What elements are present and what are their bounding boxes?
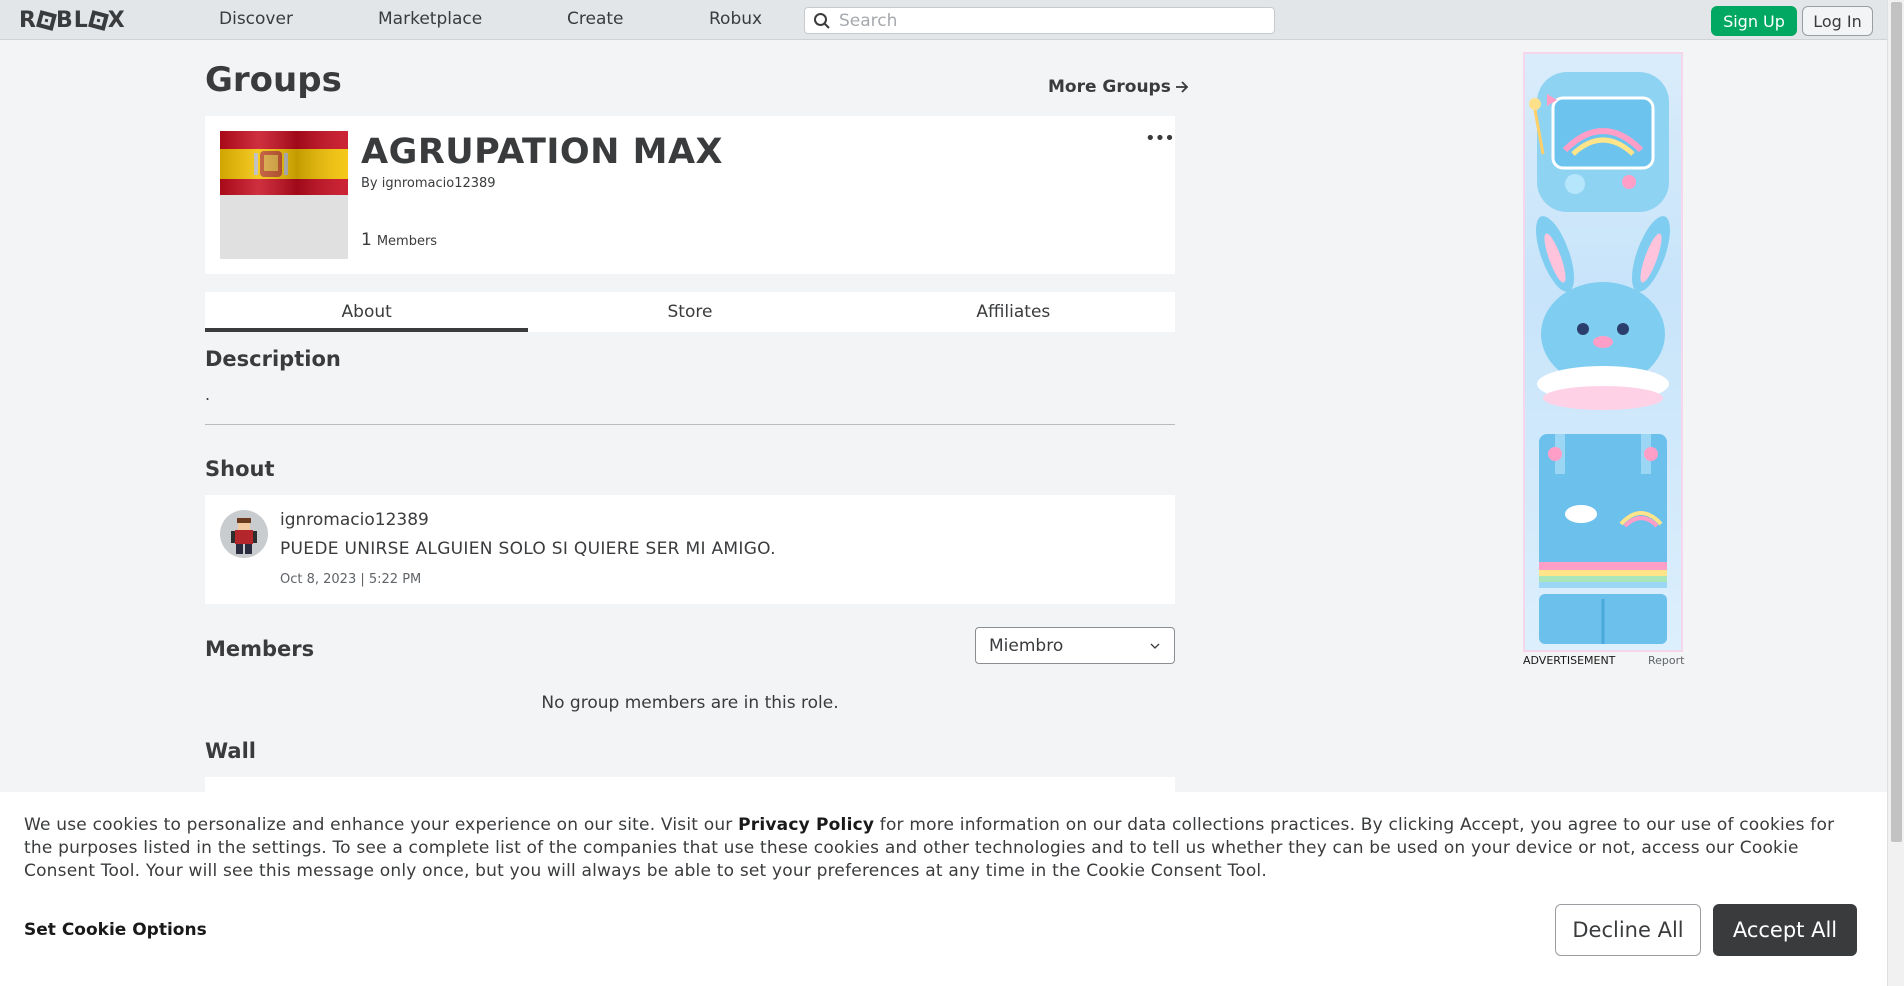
privacy-policy-link[interactable]: Privacy Policy [738,815,874,835]
search-input[interactable] [839,10,1259,31]
group-name: AGRUPATION MAX [361,132,724,172]
avatar-character-image [231,518,257,554]
nav-discover[interactable]: Discover [219,9,293,29]
top-navigation: R BL X Discover Marketplace Create Robux S… [0,0,1887,40]
shout-card: ignromacio12389 PUEDE UNIRSE ALGUIEN SOL… [205,495,1175,604]
logo-o-square-icon [87,9,109,31]
avatar[interactable] [220,510,268,558]
more-groups-label: More Groups [1048,77,1171,97]
scrollbar-thumb[interactable] [1891,2,1902,842]
member-count: 1 Members [361,230,437,250]
wall-heading: Wall [205,739,256,763]
sign-up-button[interactable]: Sign Up [1711,6,1797,36]
page-title: Groups [205,60,342,100]
search-box[interactable] [804,7,1275,34]
tab-affiliates[interactable]: Affiliates [852,292,1175,332]
more-options-icon[interactable]: ••• [1145,128,1175,149]
shout-username[interactable]: ignromacio12389 [280,510,429,530]
members-label: Members [376,234,438,249]
logo-letter-x: X [107,7,126,33]
group-header-card: AGRUPATION MAX By ignromacio12389 1 Memb… [205,116,1175,274]
role-dropdown[interactable]: Miembro [975,627,1175,664]
arrow-right-icon [1175,81,1189,93]
group-tabs: About Store Affiliates [205,292,1175,332]
description-heading: Description [205,347,341,371]
description-text: . [205,385,211,404]
shout-message: PUEDE UNIRSE ALGUIEN SOLO SI QUIERE SER … [280,539,776,559]
cookie-consent-banner: We use cookies to personalize and enhanc… [0,792,1887,986]
tab-about[interactable]: About [205,292,529,332]
page-scrollbar[interactable] [1887,0,1904,986]
cookie-message: We use cookies to personalize and enhanc… [24,814,1864,883]
tab-store[interactable]: Store [528,292,851,332]
more-groups-link[interactable]: More Groups [1048,77,1189,97]
nav-robux[interactable]: Robux [709,9,762,29]
advertisement-banner[interactable] [1523,52,1683,652]
nav-create[interactable]: Create [567,9,624,29]
spain-flag-image [220,131,348,195]
roblox-logo[interactable]: R BL X [19,7,126,33]
logo-letters-bl: BL [55,7,89,33]
search-icon [814,12,830,29]
members-heading: Members [205,637,315,661]
shout-heading: Shout [205,457,275,481]
group-emblem[interactable] [220,131,348,259]
owner-link[interactable]: ignromacio12389 [382,176,496,191]
logo-o-square-icon [36,9,57,31]
accept-all-button[interactable]: Accept All [1713,904,1857,956]
decline-all-button[interactable]: Decline All [1555,904,1701,956]
advertisement-label: ADVERTISEMENT [1523,654,1616,667]
shout-timestamp: Oct 8, 2023 | 5:22 PM [280,572,422,587]
group-owner: By ignromacio12389 [361,176,496,191]
cookie-text-start: We use cookies to personalize and enhanc… [24,815,739,835]
member-count-number: 1 [361,230,372,250]
no-members-message: No group members are in this role. [541,693,839,713]
by-label: By [361,176,378,191]
log-in-button[interactable]: Log In [1802,6,1873,36]
set-cookie-options-link[interactable]: Set Cookie Options [24,920,207,940]
ad-avatar-items-image [1529,72,1670,644]
nav-marketplace[interactable]: Marketplace [378,9,482,29]
chevron-down-icon [1150,643,1160,649]
logo-letter-r: R [19,7,37,33]
role-selected-value: Miembro [989,635,1064,656]
ad-report-link[interactable]: Report [1648,654,1684,667]
section-divider [205,424,1175,425]
